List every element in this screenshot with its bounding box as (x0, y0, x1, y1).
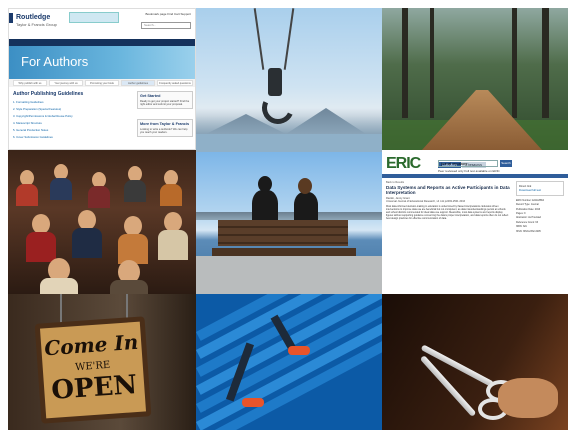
tab-your-journey[interactable]: Your journey with us (49, 80, 83, 86)
more-from-text: Looking to write a textbook? We can help… (140, 128, 188, 134)
article-title: Data Systems and Reports as Active Parti… (386, 185, 510, 195)
page-title: For Authors (21, 54, 89, 69)
download-link[interactable]: Download full text (519, 188, 561, 192)
breadcrumb[interactable]: Back to Results (386, 181, 404, 184)
record-sidebar: Direct link Download full text ERIC Numb… (516, 181, 564, 234)
guideline-link[interactable]: 4. Manuscript Structure (13, 121, 73, 125)
orange-shoe (288, 346, 310, 355)
header-bar (382, 174, 568, 178)
direct-link[interactable]: Direct link Download full text (516, 181, 564, 196)
search-input[interactable]: journal repository (438, 160, 498, 167)
sign-line-come-in: Come In (43, 329, 139, 361)
stone-pier (196, 256, 382, 294)
get-started-title: Get Started (140, 94, 161, 98)
sign-line-open: OPEN (50, 370, 139, 406)
person-body (26, 232, 56, 262)
tab-faq[interactable]: Frequently asked questions (157, 80, 193, 86)
routledge-screenshot-tile: Routledge Taylor & Francis Group Bookmar… (8, 8, 196, 150)
more-from-box: More from Taylor & Francis Looking to wr… (137, 119, 193, 137)
open-sign: Come In WE'RE OPEN (34, 316, 152, 424)
bench-seat (212, 248, 356, 256)
tree-trunk (402, 8, 408, 118)
eric-logo[interactable]: ERIC (386, 155, 421, 173)
tab-why-publish[interactable]: Why publish with us (13, 80, 47, 86)
promo-banner[interactable] (69, 12, 119, 23)
distant-hills (196, 212, 382, 220)
routledge-logo-icon (9, 13, 13, 23)
guidelines-list: 1. Formatting Guidelines 2. Style Prepar… (13, 100, 73, 142)
audience-photo (8, 150, 196, 296)
person-head (258, 176, 272, 192)
get-started-box: Get Started Ready to get your project st… (137, 91, 193, 109)
guideline-link[interactable]: 3. Copyright/Permissions & Global Reuse … (13, 114, 73, 118)
record-field: ISSN: ISSN-2332-3205 (516, 229, 541, 233)
person-head (298, 178, 312, 194)
forest-road-photo (382, 8, 568, 150)
person-body (118, 234, 148, 264)
bench-backrest (218, 220, 348, 246)
get-started-text: Ready to get your project started? Find … (140, 100, 190, 106)
routledge-logo[interactable]: Routledge Taylor & Francis Group (16, 14, 57, 28)
hand (498, 378, 558, 418)
orange-shoe (242, 398, 264, 407)
more-from-title: More from Taylor & Francis (140, 122, 190, 126)
tree-trunk (512, 8, 517, 118)
article-source: Universal Journal of Educational Researc… (386, 200, 466, 203)
person-body (124, 180, 146, 202)
search-button[interactable]: Search (500, 160, 512, 167)
eric-screenshot-tile: ERIC Collection Thesaurus journal reposit… (382, 150, 568, 294)
guideline-link[interactable]: 2. Style Preparation (Special Features) (13, 107, 73, 111)
search-input[interactable]: Search... (141, 22, 191, 29)
person-body (50, 178, 72, 200)
open-sign-photo: Come In WE'RE OPEN (8, 294, 196, 430)
person-body (88, 186, 110, 208)
search-options[interactable]: Peer reviewed only Full text available o… (438, 169, 500, 173)
routledge-logo-name: Routledge (16, 14, 51, 21)
guideline-link[interactable]: 1. Formatting Guidelines (13, 100, 73, 104)
guidelines-heading: Author Publishing Guidelines (13, 91, 84, 97)
person-head (32, 214, 50, 234)
stairs-photo (196, 294, 382, 430)
scissors-photo (382, 294, 568, 430)
article-abstract: Most data-informed decision-making in ed… (386, 205, 509, 220)
hook-cable (283, 8, 295, 70)
bench-lake-photo (196, 152, 382, 294)
person-body (158, 230, 188, 260)
person-head (78, 210, 96, 230)
section-tabs: Why publish with us Your journey with us… (9, 79, 195, 87)
main-nav: Subjects Textbooks Resources Offer Help … (9, 39, 195, 53)
routledge-logo-tagline: Taylor & Francis Group (16, 22, 57, 27)
tree-trunk (542, 8, 549, 118)
hero-banner: For Authors (9, 46, 195, 79)
sign-chain (60, 294, 62, 324)
hook-cable (253, 8, 265, 70)
person-silhouette (252, 190, 278, 224)
tab-promoting[interactable]: Promoting your book (85, 80, 119, 86)
routledge-header: Routledge Taylor & Francis Group Bookmar… (9, 9, 195, 37)
person-head (164, 212, 182, 232)
crane-hook-photo (196, 8, 382, 152)
guideline-link[interactable]: 5. General Production Notes (13, 128, 73, 132)
person-body (160, 184, 182, 206)
guideline-link[interactable]: 6. Cover Submission Guidelines (13, 135, 73, 139)
article-meta: Rankin, Jenny Grant Universal Journal of… (386, 197, 510, 203)
header-links[interactable]: Bookmark page Find Cart Support (145, 12, 191, 16)
person-body (72, 228, 102, 258)
tab-author-guidelines[interactable]: Author guidelines (121, 80, 155, 86)
tree-trunk (430, 8, 434, 118)
person-body (16, 184, 38, 206)
lake-water (196, 134, 382, 152)
person-head (124, 216, 142, 236)
